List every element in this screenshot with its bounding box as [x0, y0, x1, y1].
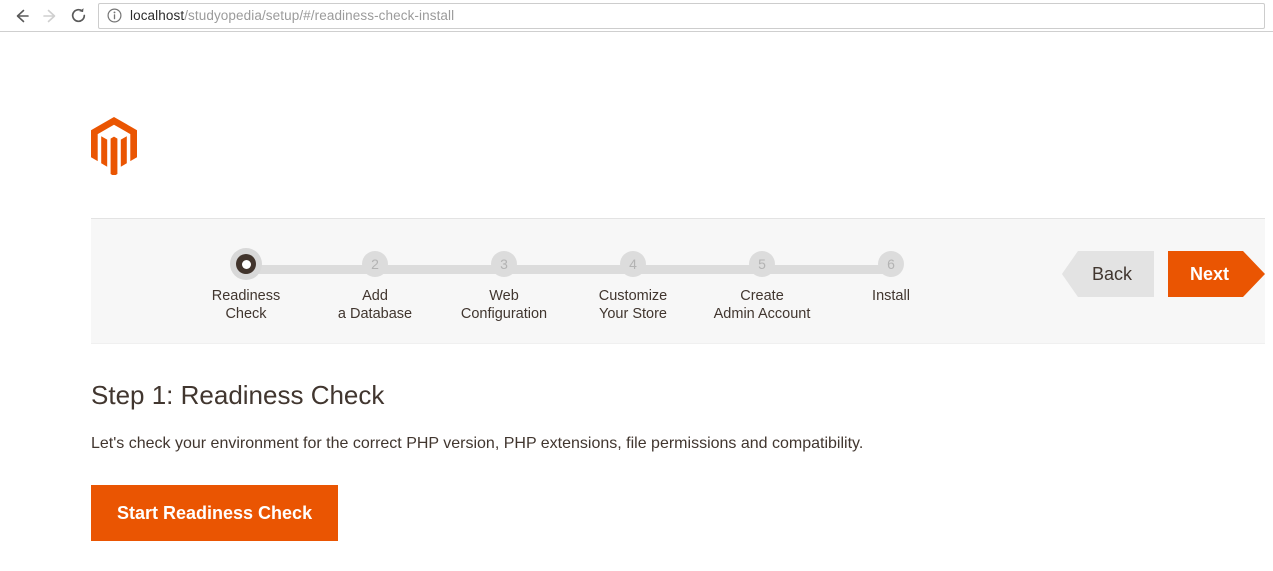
- stepper-steps: Readiness Check 2 Add a Database 3 Web C…: [91, 219, 910, 343]
- stepper-step-3[interactable]: 3 Web Configuration: [429, 251, 579, 323]
- stepper-step-4-marker: 4: [620, 251, 646, 277]
- address-bar-text: localhost/studyopedia/setup/#/readiness-…: [130, 8, 454, 23]
- stepper-step-2[interactable]: 2 Add a Database: [300, 251, 450, 323]
- installer-page: Readiness Check 2 Add a Database 3 Web C…: [0, 32, 1273, 571]
- stepper-step-6-marker: 6: [878, 251, 904, 277]
- stepper-step-4-label: Customize Your Store: [598, 288, 668, 322]
- browser-forward-button[interactable]: [36, 2, 64, 30]
- stepper-step-2-label: Add a Database: [337, 288, 413, 322]
- stepper-step-1[interactable]: Readiness Check: [171, 248, 321, 323]
- stepper-step-1-marker: [230, 248, 262, 280]
- url-path: /studyopedia/setup/#/readiness-check-ins…: [184, 8, 455, 23]
- active-step-dot-icon: [236, 254, 256, 274]
- stepper-step-3-label: Web Configuration: [460, 288, 548, 322]
- stepper-step-3-marker: 3: [491, 251, 517, 277]
- browser-toolbar: localhost/studyopedia/setup/#/readiness-…: [0, 0, 1273, 32]
- url-host: localhost: [130, 8, 185, 23]
- browser-reload-button[interactable]: [64, 2, 92, 30]
- info-circle-icon[interactable]: [107, 8, 122, 23]
- page-description: Let's check your environment for the cor…: [91, 435, 864, 452]
- stepper-step-5-label: Create Admin Account: [713, 288, 811, 322]
- stepper-step-6-label: Install: [872, 288, 910, 304]
- stepper-step-5-marker: 5: [749, 251, 775, 277]
- stepper-navigation: Back Next: [1061, 251, 1265, 297]
- installer-stepper: Readiness Check 2 Add a Database 3 Web C…: [91, 218, 1265, 344]
- magento-logo-icon: [91, 117, 137, 176]
- start-readiness-check-button[interactable]: Start Readiness Check: [91, 485, 339, 541]
- stepper-step-1-label: Readiness Check: [211, 288, 281, 322]
- page-title: Step 1: Readiness Check: [91, 380, 385, 410]
- stepper-step-4[interactable]: 4 Customize Your Store: [558, 251, 708, 323]
- address-bar[interactable]: localhost/studyopedia/setup/#/readiness-…: [98, 2, 1265, 29]
- back-button[interactable]: Back: [1061, 251, 1154, 297]
- browser-back-button[interactable]: [8, 2, 36, 30]
- stepper-step-2-marker: 2: [362, 251, 388, 277]
- stepper-step-5[interactable]: 5 Create Admin Account: [687, 251, 837, 323]
- next-button[interactable]: Next: [1168, 251, 1265, 297]
- stepper-step-6[interactable]: 6 Install: [816, 251, 966, 305]
- main-content: Step 1: Readiness Check Let's check your…: [91, 378, 863, 541]
